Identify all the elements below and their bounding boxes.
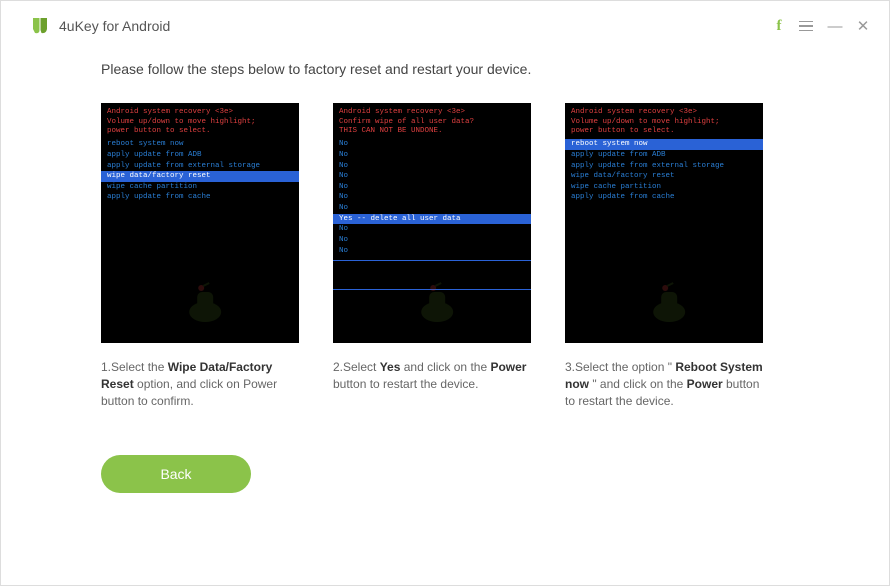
- recovery-menu-item: No: [333, 224, 531, 235]
- recovery-menu-item: wipe cache partition: [565, 182, 763, 193]
- recovery-header: Android system recovery <3e>: [565, 103, 763, 118]
- recovery-menu-item: No: [333, 161, 531, 172]
- recovery-menu-item: No: [333, 139, 531, 150]
- bold: Power: [490, 360, 526, 374]
- recovery-sub: Confirm wipe of all user data? THIS CAN …: [333, 118, 531, 139]
- android-droid-icon: [643, 282, 695, 329]
- window-controls: f ― ✕: [771, 19, 871, 34]
- bold: Yes: [380, 360, 401, 374]
- back-button[interactable]: Back: [101, 455, 251, 493]
- recovery-menu-item: Yes -- delete all user data: [333, 214, 531, 225]
- recovery-list: reboot system nowapply update from ADBap…: [101, 139, 299, 203]
- app-logo-wrap: 4uKey for Android: [29, 15, 170, 37]
- text: 3.Select the option ": [565, 360, 675, 374]
- recovery-screenshot-3: Android system recovery <3e> Volume up/d…: [565, 103, 763, 343]
- recovery-menu-item: No: [333, 182, 531, 193]
- content-area: Please follow the steps below to factory…: [1, 51, 889, 493]
- app-title: 4uKey for Android: [59, 18, 170, 34]
- recovery-menu-item: reboot system now: [101, 139, 299, 150]
- menu-icon[interactable]: [799, 21, 815, 32]
- bold: Power: [687, 377, 723, 391]
- text: " and click on the: [589, 377, 687, 391]
- recovery-sub: Volume up/down to move highlight; power …: [565, 118, 763, 139]
- page-instruction: Please follow the steps below to factory…: [101, 61, 809, 77]
- recovery-menu-item: apply update from cache: [565, 192, 763, 203]
- step-3-text: 3.Select the option " Reboot System now …: [565, 359, 763, 409]
- recovery-list: reboot system nowapply update from ADBap…: [565, 139, 763, 203]
- recovery-menu-item: No: [333, 150, 531, 161]
- minimize-icon[interactable]: ―: [827, 19, 843, 34]
- text: and click on the: [400, 360, 490, 374]
- recovery-menu-item: apply update from external storage: [101, 161, 299, 172]
- step-2-text: 2.Select Yes and click on the Power butt…: [333, 359, 531, 393]
- recovery-menu-item: No: [333, 192, 531, 203]
- android-droid-icon: [411, 282, 463, 329]
- android-droid-icon: [179, 282, 231, 329]
- step-1-text: 1.Select the Wipe Data/Factory Reset opt…: [101, 359, 299, 409]
- recovery-menu-item: No: [333, 171, 531, 182]
- step-2: Android system recovery <3e> Confirm wip…: [333, 103, 531, 409]
- text: button to restart the device.: [333, 377, 478, 391]
- recovery-menu-item: No: [333, 203, 531, 214]
- recovery-menu-item: apply update from ADB: [101, 150, 299, 161]
- recovery-menu-item: apply update from cache: [101, 192, 299, 203]
- close-icon[interactable]: ✕: [855, 19, 871, 34]
- recovery-menu-item: No: [333, 235, 531, 246]
- recovery-menu-item: wipe cache partition: [101, 182, 299, 193]
- recovery-menu-item: apply update from external storage: [565, 161, 763, 172]
- recovery-menu-item: No: [333, 246, 531, 257]
- step-3: Android system recovery <3e> Volume up/d…: [565, 103, 763, 409]
- share-icon[interactable]: f: [771, 19, 787, 34]
- recovery-menu-item: apply update from ADB: [565, 150, 763, 161]
- recovery-header: Android system recovery <3e>: [333, 103, 531, 118]
- steps-row: Android system recovery <3e> Volume up/d…: [101, 103, 809, 409]
- titlebar: 4uKey for Android f ― ✕: [1, 1, 889, 51]
- recovery-menu-item: wipe data/factory reset: [101, 171, 299, 182]
- recovery-sub: Volume up/down to move highlight; power …: [101, 118, 299, 139]
- recovery-menu-item: wipe data/factory reset: [565, 171, 763, 182]
- recovery-header: Android system recovery <3e>: [101, 103, 299, 118]
- step-1: Android system recovery <3e> Volume up/d…: [101, 103, 299, 409]
- recovery-screenshot-2: Android system recovery <3e> Confirm wip…: [333, 103, 531, 343]
- recovery-screenshot-1: Android system recovery <3e> Volume up/d…: [101, 103, 299, 343]
- recovery-list: NoNoNoNoNoNoNoYes -- delete all user dat…: [333, 139, 531, 256]
- text: 2.Select: [333, 360, 380, 374]
- text: 1.Select the: [101, 360, 168, 374]
- app-logo-icon: [29, 15, 51, 37]
- recovery-menu-item: reboot system now: [565, 139, 763, 150]
